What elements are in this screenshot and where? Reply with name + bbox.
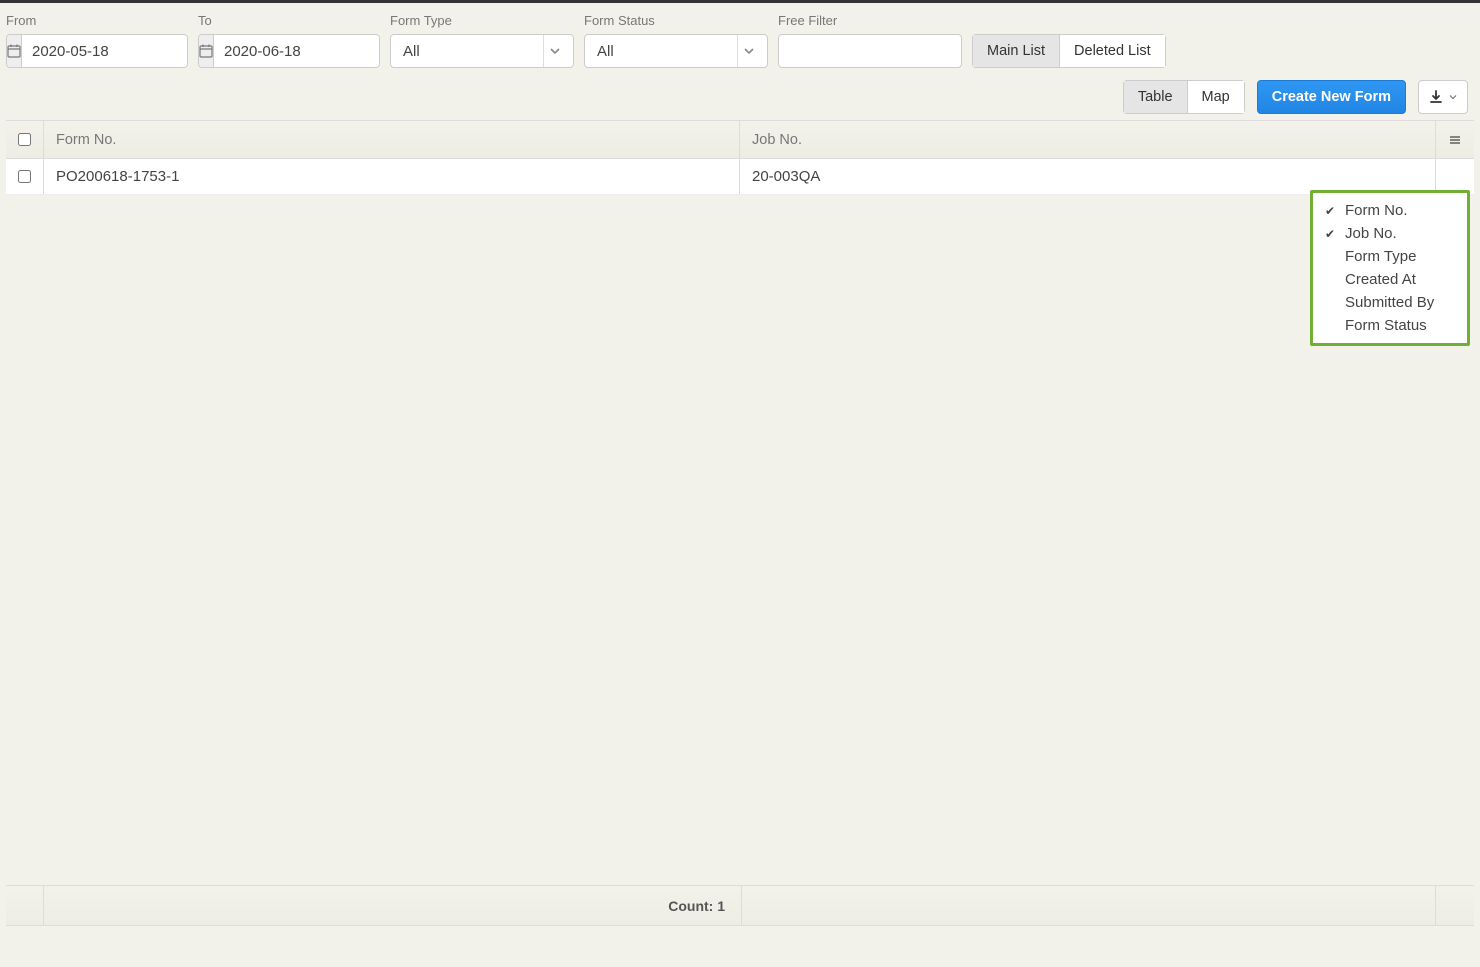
column-menu-item[interactable]: Form Status	[1323, 314, 1457, 337]
column-menu-label: Job No.	[1345, 225, 1397, 242]
from-label: From	[6, 13, 188, 34]
to-label: To	[198, 13, 380, 34]
forms-table: Form No. Job No. PO200618-1753-1 20-003Q…	[6, 120, 1474, 926]
chevron-down-icon	[737, 35, 759, 67]
form-status-label: Form Status	[584, 13, 768, 34]
column-menu-item[interactable]: ✔ Form No.	[1323, 199, 1457, 222]
column-menu-popup: ✔ Form No. ✔ Job No. Form Type Created A…	[1310, 190, 1470, 346]
footer-count: Count: 1	[44, 886, 742, 925]
column-menu-item[interactable]: ✔ Job No.	[1323, 222, 1457, 245]
calendar-icon	[199, 35, 214, 67]
column-menu-label: Form No.	[1345, 202, 1408, 219]
chevron-down-icon	[543, 35, 565, 67]
select-all-checkbox[interactable]	[18, 133, 31, 146]
table-view-button[interactable]: Table	[1123, 80, 1188, 114]
column-menu-label: Submitted By	[1345, 294, 1434, 311]
check-icon: ✔	[1323, 204, 1337, 218]
column-menu-label: Form Status	[1345, 317, 1427, 334]
calendar-icon	[7, 35, 22, 67]
view-toggle-group: Table Map	[1123, 80, 1245, 114]
form-type-value: All	[403, 43, 420, 60]
create-new-form-button[interactable]: Create New Form	[1257, 80, 1406, 114]
free-filter-label: Free Filter	[778, 13, 962, 34]
form-status-select[interactable]: All	[584, 34, 768, 68]
form-type-select[interactable]: All	[390, 34, 574, 68]
to-date-wrap[interactable]	[198, 34, 380, 68]
form-type-label: Form Type	[390, 13, 574, 34]
empty-table-area	[6, 195, 1474, 885]
row-checkbox[interactable]	[18, 170, 31, 183]
free-filter-input[interactable]	[778, 34, 962, 68]
column-menu-item[interactable]: Created At	[1323, 268, 1457, 291]
chevron-down-icon	[1449, 93, 1457, 101]
form-status-value: All	[597, 43, 614, 60]
column-menu-item[interactable]: Form Type	[1323, 245, 1457, 268]
table-footer: Count: 1	[6, 885, 1474, 925]
deleted-list-button[interactable]: Deleted List	[1060, 34, 1166, 68]
table-row[interactable]: PO200618-1753-1 20-003QA	[6, 159, 1474, 195]
from-date-wrap[interactable]	[6, 34, 188, 68]
header-form-no[interactable]: Form No.	[44, 121, 740, 158]
from-date-input[interactable]	[22, 35, 188, 67]
column-menu-button[interactable]	[1436, 121, 1474, 158]
cell-form-no: PO200618-1753-1	[44, 159, 740, 194]
table-header: Form No. Job No.	[6, 121, 1474, 159]
map-view-button[interactable]: Map	[1188, 80, 1245, 114]
column-menu-label: Created At	[1345, 271, 1416, 288]
header-job-no[interactable]: Job No.	[740, 121, 1436, 158]
list-toggle-group: Main List Deleted List	[972, 34, 1166, 68]
cell-job-no: 20-003QA	[740, 159, 1436, 194]
main-list-button[interactable]: Main List	[972, 34, 1060, 68]
to-date-input[interactable]	[214, 35, 380, 67]
column-menu-item[interactable]: Submitted By	[1323, 291, 1457, 314]
check-icon: ✔	[1323, 227, 1337, 241]
column-menu-label: Form Type	[1345, 248, 1416, 265]
download-button[interactable]	[1418, 80, 1468, 114]
download-icon	[1429, 90, 1443, 104]
